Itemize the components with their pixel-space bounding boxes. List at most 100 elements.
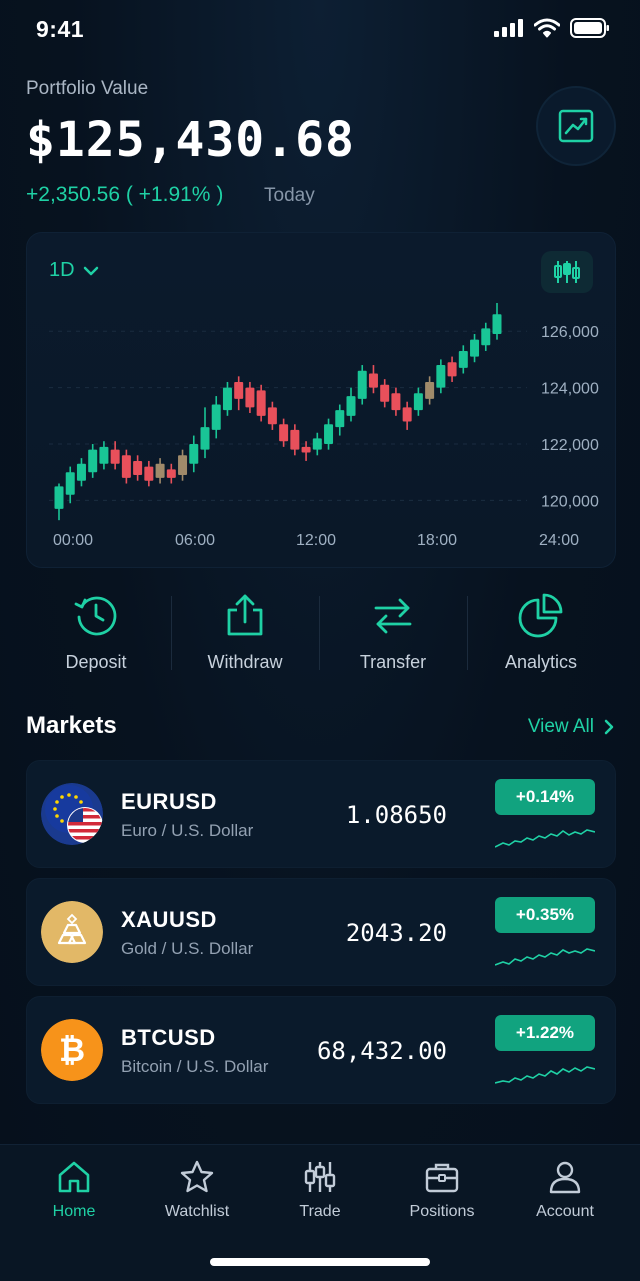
nav-trade[interactable]: Trade	[256, 1159, 384, 1221]
user-icon	[549, 1161, 581, 1194]
x-tick-label: 06:00	[175, 532, 215, 549]
view-all-link[interactable]: View All	[528, 716, 614, 738]
chart-type-button[interactable]	[541, 251, 593, 293]
x-tick-label: 18:00	[417, 532, 457, 549]
candle-body	[211, 404, 221, 430]
candle-body	[166, 469, 176, 478]
analytics-action[interactable]: Analytics	[467, 592, 615, 682]
candlestick-icon	[554, 261, 580, 283]
x-tick-label: 00:00	[53, 532, 93, 549]
view-all-label: View All	[527, 716, 594, 737]
swap-arrows-icon	[374, 598, 412, 634]
home-indicator	[210, 1258, 430, 1266]
candle-body	[234, 381, 244, 399]
bitcoin-icon: ₿	[41, 1019, 103, 1081]
timeframe-selector[interactable]: 1D	[49, 259, 99, 282]
candle-body	[391, 393, 401, 411]
status-icons	[494, 18, 610, 38]
candle-body	[402, 407, 412, 422]
y-tick-label: 122,000	[541, 437, 599, 454]
candle-body	[222, 387, 232, 411]
status-time: 9:41	[36, 16, 85, 42]
transfer-label: Transfer	[359, 652, 427, 672]
market-symbol: XAUUSD	[121, 907, 217, 932]
market-row-xauusd[interactable]: XAUUSD Gold / U.S. Dollar 2043.20 +0.35%	[26, 878, 616, 986]
nav-label: Account	[536, 1203, 594, 1220]
y-tick-label: 124,000	[541, 381, 599, 398]
market-change-badge: +0.35%	[495, 897, 595, 933]
market-name: Bitcoin / U.S. Dollar	[121, 1057, 269, 1076]
chevron-down-icon	[83, 266, 98, 275]
market-change-badge: +0.14%	[495, 779, 595, 815]
candle-body	[357, 370, 367, 399]
candle-body	[368, 373, 378, 388]
candle-body	[425, 381, 435, 399]
nav-label: Positions	[409, 1203, 475, 1220]
candle-body	[335, 410, 345, 428]
markets-title: Markets	[26, 712, 117, 739]
deposit-label: Deposit	[65, 652, 127, 672]
wifi-icon	[534, 18, 560, 38]
candle-body	[65, 472, 75, 495]
y-tick-label: 126,000	[541, 324, 599, 341]
analytics-label: Analytics	[504, 652, 578, 672]
candle-body	[256, 390, 266, 416]
candlestick-chart: 126,000 124,000 122,000 120,000 00:00 06:00 12…	[49, 303, 599, 549]
candle-body	[301, 446, 311, 453]
candle-body	[380, 384, 390, 402]
gold-bar-icon	[41, 901, 103, 963]
candle-body	[144, 466, 154, 481]
withdraw-label: Withdraw	[207, 652, 283, 672]
pie-chart-icon	[518, 593, 563, 638]
market-name: Gold / U.S. Dollar	[121, 939, 254, 958]
candle-body	[155, 463, 165, 478]
candle-body	[121, 455, 131, 478]
market-price: 68,432.00	[316, 1037, 447, 1065]
candle-body	[447, 362, 457, 377]
market-price: 1.08650	[345, 801, 447, 829]
candle-body	[133, 460, 143, 476]
candle-body	[110, 449, 120, 464]
svg-text:₿: ₿	[59, 1031, 85, 1069]
candle-body	[245, 387, 255, 408]
market-row-btcusd[interactable]: ₿ BTCUSD Bitcoin / U.S. Dollar 68,432.00…	[26, 996, 616, 1104]
nav-label: Watchlist	[164, 1203, 230, 1220]
deposit-action[interactable]: Deposit	[22, 592, 170, 682]
nav-watchlist[interactable]: Watchlist	[133, 1159, 261, 1221]
candle-body	[458, 350, 468, 368]
portfolio-value: $125,430.68	[26, 112, 355, 168]
sparkline	[495, 1066, 595, 1084]
market-change-badge: +1.22%	[495, 1015, 595, 1051]
home-icon	[58, 1161, 90, 1193]
transfer-action[interactable]: Transfer	[319, 592, 467, 682]
candle-body	[324, 424, 334, 445]
timeframe-label: 1D	[49, 259, 75, 281]
withdraw-action[interactable]: Withdraw	[171, 592, 319, 682]
candle-body	[413, 393, 423, 411]
performance-chart-button[interactable]	[536, 86, 616, 166]
market-row-eurusd[interactable]: EURUSD Euro / U.S. Dollar 1.08650 +0.14%	[26, 760, 616, 868]
battery-icon	[570, 18, 609, 38]
portfolio-period: Today	[264, 185, 315, 206]
market-price: 2043.20	[345, 919, 447, 947]
star-icon	[180, 1160, 214, 1193]
line-chart-icon	[558, 109, 594, 143]
candle-body	[279, 424, 289, 442]
sparkline	[495, 829, 595, 848]
candle-body	[76, 463, 86, 481]
nav-home[interactable]: Home	[10, 1159, 138, 1221]
y-tick-label: 120,000	[541, 493, 599, 510]
candle-body	[481, 328, 491, 346]
candle-body	[492, 314, 502, 335]
market-symbol: BTCUSD	[121, 1025, 216, 1050]
eu-us-flag-icon	[41, 783, 103, 845]
candle-body	[189, 444, 199, 464]
nav-positions[interactable]: Positions	[378, 1159, 506, 1221]
candle-body	[200, 427, 210, 450]
x-tick-label: 24:00	[539, 532, 579, 549]
nav-account[interactable]: Account	[501, 1159, 629, 1221]
market-symbol: EURUSD	[121, 789, 217, 814]
candle-body	[470, 339, 480, 357]
candle-body	[178, 455, 188, 476]
cellular-signal-icon	[494, 19, 523, 37]
